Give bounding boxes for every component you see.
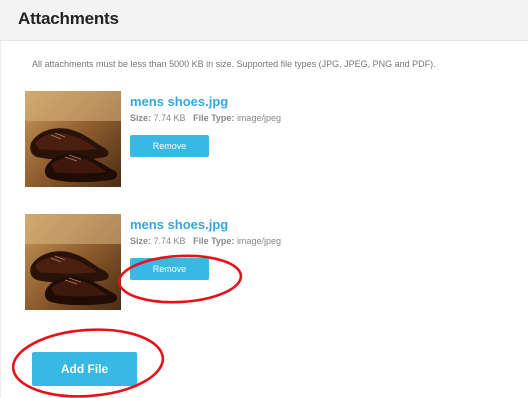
file-type-label: File Type: (193, 236, 235, 246)
file-type-label: File Type: (193, 113, 235, 123)
file-size: 7.74 KB (153, 236, 186, 246)
file-size: 7.74 KB (153, 113, 186, 123)
shoe-thumbnail (25, 214, 121, 310)
size-label: Size: (130, 236, 152, 246)
attachment-item: mens shoes.jpg Size: 7.74 KB File Type: … (25, 214, 505, 310)
file-type: image/jpeg (236, 236, 281, 246)
file-name-link[interactable]: mens shoes.jpg (130, 94, 228, 109)
panel-title: Attachments (18, 9, 119, 28)
shoe-thumbnail (25, 91, 121, 187)
remove-button[interactable]: Remove (130, 258, 209, 280)
attachment-item: mens shoes.jpg Size: 7.74 KB File Type: … (25, 91, 505, 187)
size-label: Size: (130, 113, 152, 123)
file-type: image/jpeg (236, 113, 281, 123)
file-name-link[interactable]: mens shoes.jpg (130, 217, 228, 232)
remove-button[interactable]: Remove (130, 135, 209, 157)
file-meta: Size: 7.74 KB File Type: image/jpeg (130, 113, 281, 123)
file-meta: Size: 7.74 KB File Type: image/jpeg (130, 236, 281, 246)
upload-requirements-note: All attachments must be less than 5000 K… (32, 59, 436, 69)
panel-header: Attachments (0, 0, 528, 41)
add-file-button[interactable]: Add File (32, 352, 137, 386)
